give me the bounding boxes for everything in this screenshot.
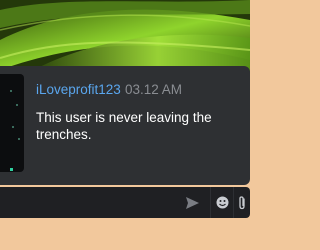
avatar-pixel [12,126,14,128]
avatar-pixel [10,168,13,171]
avatar-pixel [16,104,18,106]
user-avatar[interactable] [0,74,24,172]
send-button[interactable] [180,193,204,213]
emoji-button[interactable] [210,187,234,218]
avatar-pixel [18,138,20,140]
emoji-icon [216,196,228,209]
message-text: This user is never leaving the trenches. [36,110,212,142]
avatar-pixel [10,90,12,92]
message-username[interactable]: iLoveprofit123 [36,82,121,97]
attachment-icon [238,195,245,209]
screen: iLoveprofit123 03.12 AM This user is nev… [0,0,250,250]
send-icon [185,197,199,209]
attach-button[interactable] [233,187,250,218]
message-input-bar[interactable] [0,187,250,218]
message-timestamp: 03.12 AM [125,82,183,97]
